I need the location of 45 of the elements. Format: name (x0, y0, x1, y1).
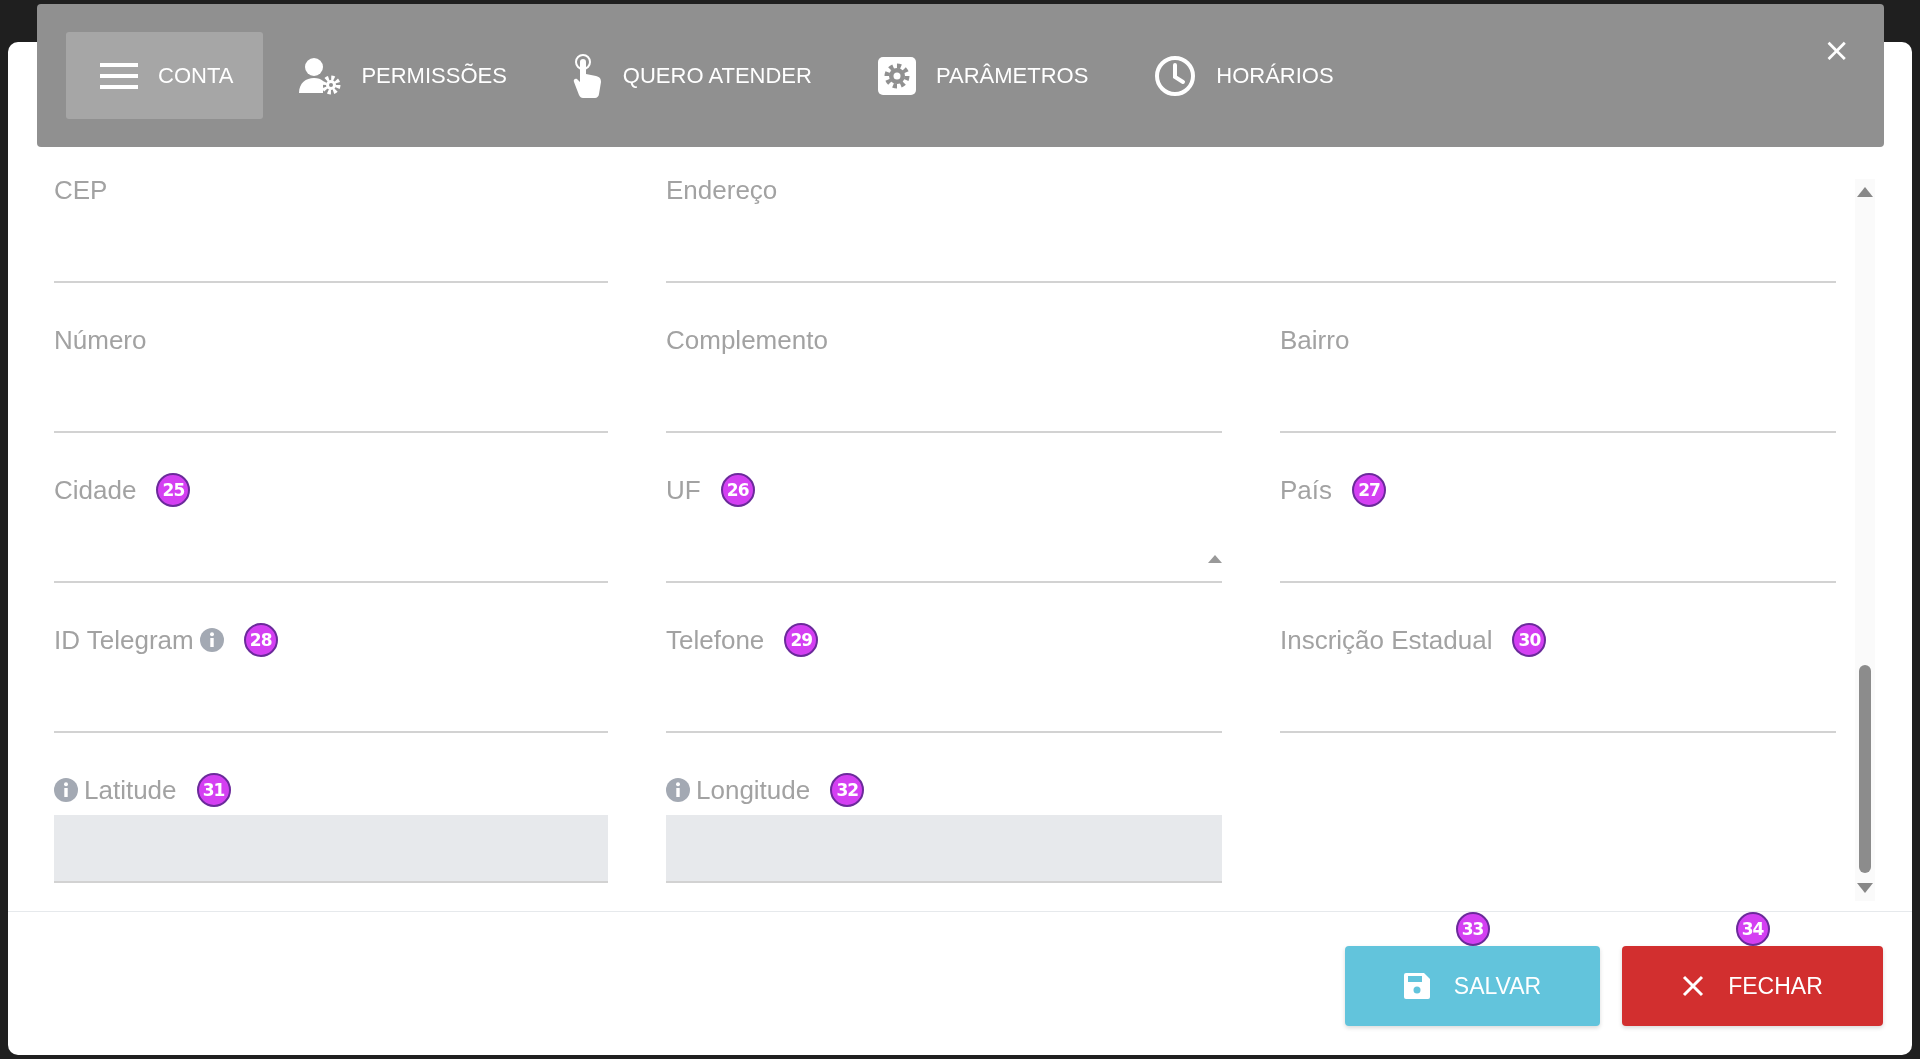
user-gear-icon (299, 56, 342, 95)
input-field[interactable] (54, 815, 608, 883)
field-label: ID Telegram (54, 624, 194, 656)
close-icon (1682, 975, 1705, 997)
scroll-down-icon[interactable] (1857, 883, 1873, 893)
step-badge: 27 (1352, 473, 1387, 507)
tab[interactable]: PARÂMETROS (843, 32, 1119, 119)
scrollbar-thumb[interactable] (1859, 665, 1871, 873)
close-button[interactable]: FECHAR (1622, 946, 1883, 1026)
save-icon (1403, 973, 1430, 999)
step-badge: 33 (1455, 912, 1490, 946)
step-badge: 31 (196, 773, 231, 807)
field-label: Inscrição Estadual (1280, 624, 1493, 656)
caret-icon (1208, 555, 1222, 563)
gear-icon (877, 56, 916, 95)
scroll-up-icon[interactable] (1857, 187, 1873, 197)
scrollbar[interactable] (1855, 179, 1875, 901)
tab[interactable]: CONTA (66, 32, 264, 119)
field-label: Endereço (666, 174, 778, 206)
step-badge: 34 (1735, 912, 1770, 946)
hand-pointer-icon (572, 53, 603, 98)
field-label: Latitude (84, 774, 177, 806)
tab[interactable]: PERMISSÕES (265, 32, 537, 119)
tab[interactable]: HORÁRIOS (1120, 32, 1364, 119)
field-label: Telefone (666, 624, 765, 656)
menu-icon (100, 61, 138, 90)
field-label: Número (54, 324, 147, 356)
field-label: País (1280, 474, 1333, 506)
field-label: Longitude (696, 774, 811, 806)
step-badge: 30 (1512, 623, 1547, 657)
input-field[interactable] (666, 815, 1222, 883)
clock-icon (1154, 54, 1197, 97)
field-label: Complemento (666, 324, 828, 356)
save-button[interactable]: SALVAR (1345, 946, 1600, 1026)
step-badge: 29 (784, 623, 819, 657)
field-label: Cidade (54, 474, 137, 506)
close-button[interactable]: × (1817, 34, 1856, 66)
step-badge: 32 (830, 773, 865, 807)
tab[interactable]: QUERO ATENDER (538, 32, 842, 119)
field-label: Bairro (1280, 324, 1350, 356)
step-badge: 25 (156, 473, 191, 507)
field-label: CEP (54, 174, 108, 206)
step-badge: 28 (243, 623, 278, 657)
field-label: UF (666, 474, 701, 506)
step-badge: 26 (720, 473, 755, 507)
